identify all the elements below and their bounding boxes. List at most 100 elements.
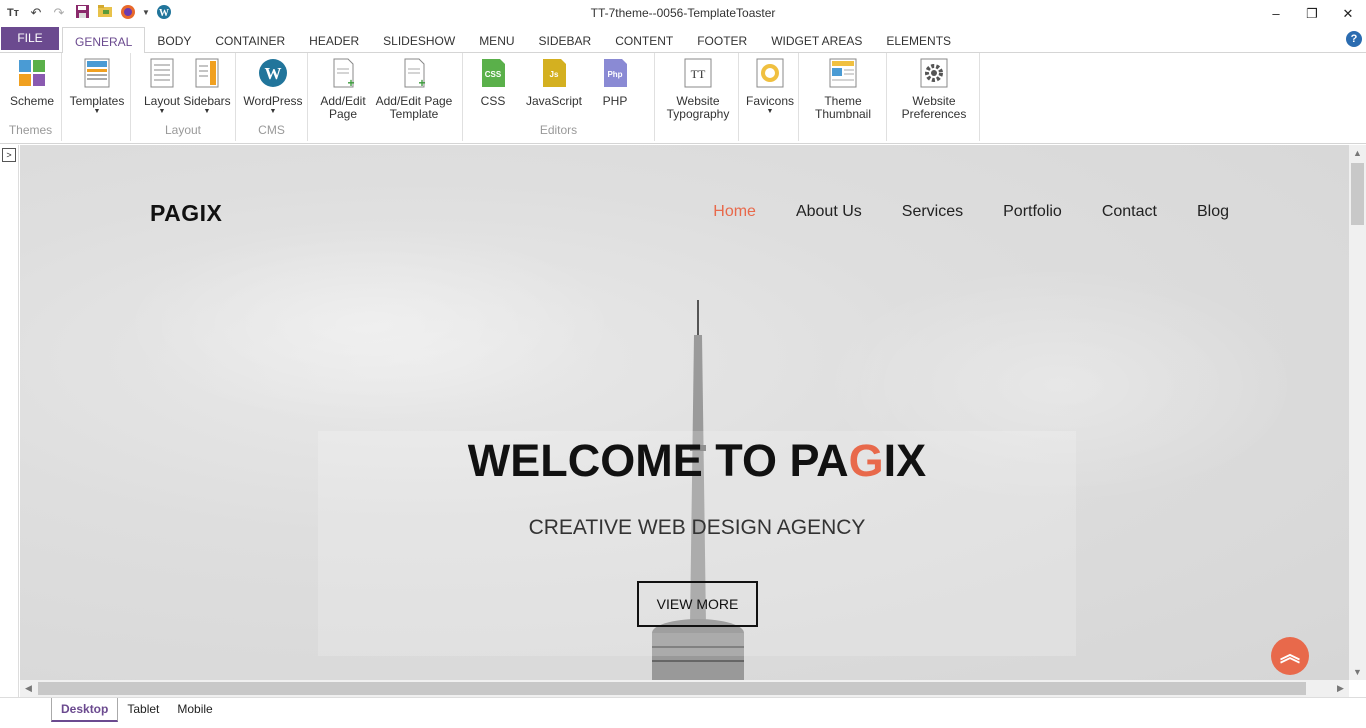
nav-item-home[interactable]: Home: [713, 203, 756, 221]
css-label: CSS: [480, 94, 506, 108]
group-label-layout: Layout: [164, 123, 202, 137]
tab-widget-areas[interactable]: WIDGET AREAS: [759, 27, 874, 53]
svg-text:+: +: [347, 76, 354, 89]
tab-desktop[interactable]: Desktop: [51, 698, 119, 722]
window-title: TT-7theme--0056-TemplateToaster: [590, 6, 776, 20]
group-editors: CSS CSS Js JavaScript Php PHP Editors: [463, 53, 655, 141]
hero-title-pre: WELCOME TO PA: [467, 435, 849, 486]
left-panel-strip: >: [0, 145, 19, 697]
layout-label: Layout: [143, 94, 181, 108]
group-pages: + Add/Edit Page + Add/Edit Page Template: [308, 53, 463, 141]
horizontal-scrollbar[interactable]: ◀ ▶: [20, 680, 1349, 697]
tab-tablet[interactable]: Tablet: [118, 698, 168, 722]
tab-mobile[interactable]: Mobile: [168, 698, 221, 722]
javascript-icon: Js: [543, 59, 566, 87]
site-logo[interactable]: PAGIX: [150, 200, 222, 227]
sidebars-label: Sidebars: [183, 94, 231, 108]
add-template-icon: +: [404, 58, 426, 89]
tab-sidebar[interactable]: SIDEBAR: [527, 27, 604, 53]
css-icon: CSS: [482, 59, 505, 87]
gear-icon: [920, 58, 948, 88]
wordpress-button[interactable]: W WordPress ▼: [242, 57, 304, 116]
nav-item-blog[interactable]: Blog: [1197, 203, 1229, 221]
device-bar: Desktop Tablet Mobile: [0, 697, 1366, 728]
favicons-label: Favicons: [745, 94, 795, 108]
tab-header[interactable]: HEADER: [297, 27, 371, 53]
layout-button[interactable]: Layout ▼: [141, 57, 183, 116]
scroll-left-icon[interactable]: ◀: [20, 680, 37, 697]
typography-icon: TT: [684, 58, 712, 88]
add-edit-tpl-label-2: Template: [389, 107, 439, 121]
chevron-down-icon: ▼: [766, 108, 774, 115]
js-badge: Js: [550, 70, 559, 79]
templates-icon: [84, 58, 110, 88]
file-tab[interactable]: FILE: [1, 27, 59, 50]
background-cloud: [120, 225, 620, 425]
javascript-button[interactable]: Js JavaScript: [523, 57, 585, 108]
hero-title-accent: G: [848, 435, 884, 486]
vertical-scrollbar[interactable]: ▲ ▼: [1349, 145, 1366, 680]
tab-slideshow[interactable]: SLIDESHOW: [371, 27, 467, 53]
close-icon[interactable]: ✕: [1330, 0, 1366, 27]
preferences-label-2: Preferences: [901, 107, 967, 121]
add-edit-page-label-1: Add/Edit: [320, 94, 366, 108]
scroll-up-icon[interactable]: ▲: [1349, 145, 1366, 161]
tab-footer[interactable]: FOOTER: [685, 27, 759, 53]
svg-text:W: W: [265, 64, 282, 83]
minimize-icon[interactable]: –: [1258, 0, 1294, 27]
scheme-label: Scheme: [10, 94, 55, 108]
website-typography-button[interactable]: TT Website Typography: [661, 57, 735, 121]
restore-icon[interactable]: ❐: [1294, 0, 1330, 27]
vertical-scroll-thumb[interactable]: [1351, 163, 1364, 225]
expand-panel-icon[interactable]: >: [2, 148, 16, 162]
nav-item-about-us[interactable]: About Us: [796, 203, 862, 221]
scroll-to-top-icon[interactable]: ︽: [1271, 637, 1309, 675]
templates-button[interactable]: Templates ▼: [69, 57, 125, 116]
thumbnail-icon: [829, 58, 857, 88]
svg-text:TT: TT: [691, 67, 706, 81]
add-edit-page-button[interactable]: + Add/Edit Page: [318, 57, 368, 121]
ribbon-tabs: FILE GENERAL BODY CONTAINER HEADER SLIDE…: [0, 27, 1366, 54]
nav-item-services[interactable]: Services: [902, 203, 963, 221]
scroll-right-icon[interactable]: ▶: [1332, 680, 1349, 697]
group-themes: Scheme Themes: [0, 53, 62, 141]
add-edit-page-template-button[interactable]: + Add/Edit Page Template: [372, 57, 456, 121]
wordpress-label: WordPress: [243, 94, 303, 108]
php-button[interactable]: Php PHP: [597, 57, 633, 108]
nav-item-contact[interactable]: Contact: [1102, 203, 1157, 221]
php-label: PHP: [602, 94, 628, 108]
group-label-cms: CMS: [258, 123, 285, 137]
chevron-down-icon: ▼: [93, 108, 101, 115]
scheme-icon: [19, 60, 45, 86]
nav-item-portfolio[interactable]: Portfolio: [1003, 203, 1062, 221]
horizontal-scroll-thumb[interactable]: [38, 682, 1306, 695]
layout-icon: [150, 58, 174, 88]
chevron-down-icon: ▼: [203, 108, 211, 115]
scroll-down-icon[interactable]: ▼: [1349, 664, 1366, 680]
window-controls: – ❐ ✕: [1258, 0, 1366, 27]
design-canvas[interactable]: PAGIX Home About Us Services Portfolio C…: [20, 145, 1349, 680]
tab-content[interactable]: CONTENT: [603, 27, 685, 53]
add-page-icon: +: [333, 58, 355, 89]
group-label-themes: Themes: [8, 123, 53, 137]
tab-body[interactable]: BODY: [145, 27, 203, 53]
ribbon-panel: Scheme Themes Templates ▼ Layout ▼ Sideb…: [0, 53, 1366, 144]
group-preferences: Website Preferences: [887, 53, 980, 141]
tab-menu[interactable]: MENU: [467, 27, 526, 53]
thumbnail-label-2: Thumbnail: [814, 107, 872, 121]
group-label-editors: Editors: [539, 123, 578, 137]
css-button[interactable]: CSS CSS: [475, 57, 511, 108]
group-thumbnail: Theme Thumbnail: [799, 53, 887, 141]
website-preferences-button[interactable]: Website Preferences: [895, 57, 973, 121]
tab-elements[interactable]: ELEMENTS: [874, 27, 963, 53]
view-more-button[interactable]: VIEW MORE: [637, 581, 758, 627]
help-icon[interactable]: ?: [1346, 31, 1362, 47]
favicons-button[interactable]: Favicons ▼: [745, 57, 795, 116]
tab-general[interactable]: GENERAL: [62, 27, 146, 54]
tab-container[interactable]: CONTAINER: [203, 27, 297, 53]
theme-thumbnail-button[interactable]: Theme Thumbnail: [807, 57, 879, 121]
chevron-down-icon: ▼: [269, 108, 277, 115]
sidebars-button[interactable]: Sidebars ▼: [183, 57, 231, 116]
scheme-button[interactable]: Scheme: [10, 57, 54, 108]
typography-label-2: Typography: [666, 107, 730, 121]
